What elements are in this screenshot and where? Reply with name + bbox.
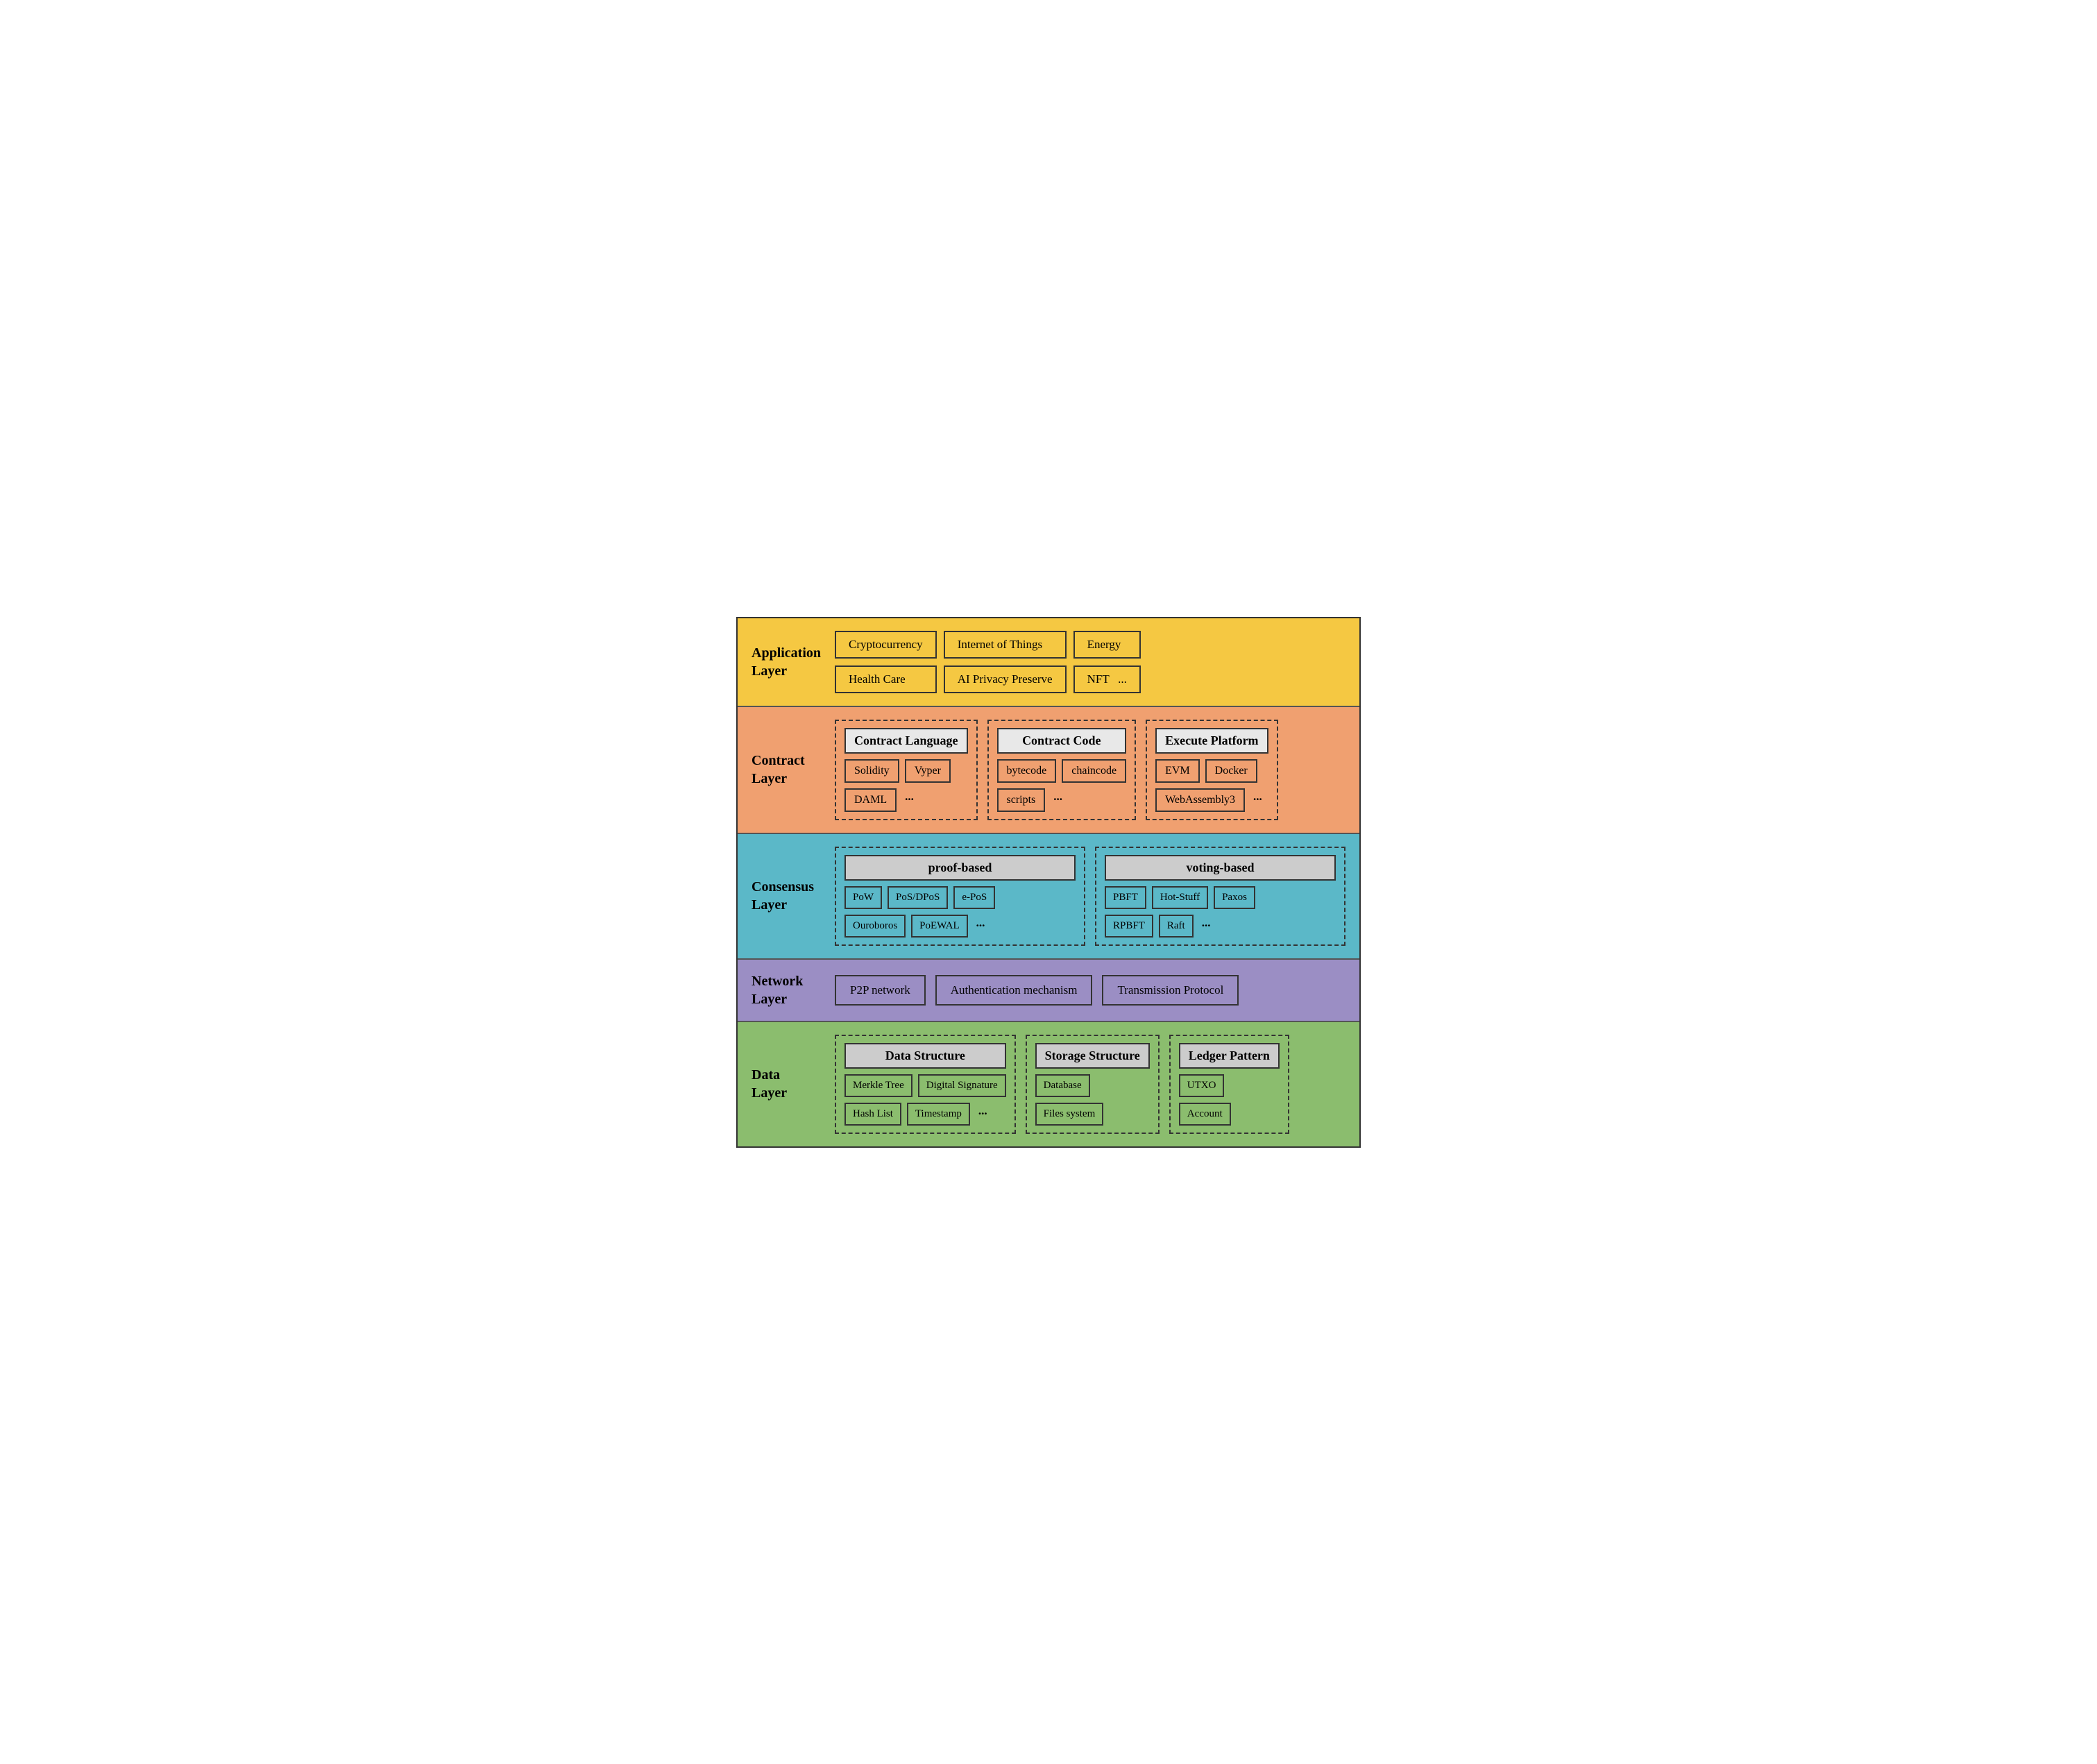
consensus-layer: ConsensusLayer proof-based PoW PoS/DPoS … [738, 834, 1359, 960]
app-item-healthcare: Health Care [835, 665, 937, 693]
contract-code-row2: scripts ... [997, 788, 1127, 812]
storage-row1: Database [1035, 1074, 1150, 1097]
ledger-pattern-group: Ledger Pattern UTXO Account [1169, 1035, 1289, 1134]
network-layer-content: P2P network Authentication mechanism Tra… [835, 975, 1345, 1006]
contract-language-group: Contract Language Solidity Vyper DAML ..… [835, 720, 978, 820]
item-raft: Raft [1159, 915, 1194, 938]
app-item-energy: Energy [1073, 631, 1141, 659]
application-layer: ApplicationLayer Cryptocurrency Internet… [738, 618, 1359, 707]
data-layer-label: DataLayer [752, 1066, 835, 1102]
item-epos: e-PoS [953, 886, 995, 909]
item-paxos: Paxos [1214, 886, 1255, 909]
item-utxo: UTXO [1179, 1074, 1225, 1097]
ledger-row1: UTXO [1179, 1074, 1280, 1097]
contract-code-row1: bytecode chaincode [997, 759, 1127, 783]
item-transmission: Transmission Protocol [1102, 975, 1239, 1006]
item-ellipsis-lang: ... [902, 788, 917, 812]
item-p2p: P2P network [835, 975, 926, 1006]
contract-layer-content: Contract Language Solidity Vyper DAML ..… [835, 720, 1345, 820]
ledger-pattern-title: Ledger Pattern [1179, 1043, 1280, 1069]
item-ellipsis-code: ... [1051, 788, 1065, 812]
application-layer-content: Cryptocurrency Internet of Things Energy… [835, 631, 1345, 693]
item-digital-signature: Digital Signature [918, 1074, 1006, 1097]
voting-row2: RPBFT Raft ... [1105, 915, 1336, 938]
execute-platform-row1: EVM Docker [1155, 759, 1268, 783]
consensus-layer-label: ConsensusLayer [752, 878, 835, 914]
data-structure-title: Data Structure [844, 1043, 1006, 1069]
proof-based-group: proof-based PoW PoS/DPoS e-PoS Ouroboros… [835, 847, 1085, 946]
item-scripts: scripts [997, 788, 1046, 812]
item-ellipsis-exec: ... [1250, 788, 1265, 812]
item-vyper: Vyper [905, 759, 951, 783]
item-docker: Docker [1205, 759, 1257, 783]
item-merkle-tree: Merkle Tree [844, 1074, 912, 1097]
item-ellipsis-data: ... [976, 1103, 990, 1126]
contract-code-group: Contract Code bytecode chaincode scripts… [987, 720, 1137, 820]
data-structure-row1: Merkle Tree Digital Signature [844, 1074, 1006, 1097]
proof-based-title: proof-based [844, 855, 1076, 881]
item-rpbft: RPBFT [1105, 915, 1153, 938]
item-chaincode: chaincode [1062, 759, 1126, 783]
item-pow: PoW [844, 886, 882, 909]
data-layer-content: Data Structure Merkle Tree Digital Signa… [835, 1035, 1345, 1134]
app-item-iot: Internet of Things [944, 631, 1067, 659]
item-files-system: Files system [1035, 1103, 1104, 1126]
consensus-layer-content: proof-based PoW PoS/DPoS e-PoS Ouroboros… [835, 847, 1345, 946]
application-items-grid: Cryptocurrency Internet of Things Energy… [835, 631, 1141, 693]
data-structure-row2: Hash List Timestamp ... [844, 1103, 1006, 1126]
contract-layer: ContractLayer Contract Language Solidity… [738, 707, 1359, 834]
item-ellipsis-voting: ... [1199, 915, 1214, 938]
contract-code-title: Contract Code [997, 728, 1127, 754]
storage-row2: Files system [1035, 1103, 1150, 1126]
contract-language-row2: DAML ... [844, 788, 968, 812]
item-timestamp: Timestamp [907, 1103, 970, 1126]
contract-layer-label: ContractLayer [752, 752, 835, 788]
proof-row2: Ouroboros PoEWAL ... [844, 915, 1076, 938]
item-hotstuff: Hot-Stuff [1152, 886, 1208, 909]
execute-platform-group: Execute Platform EVM Docker WebAssembly3… [1146, 720, 1277, 820]
item-ouroboros: Ouroboros [844, 915, 906, 938]
network-layer: NetworkLayer P2P network Authentication … [738, 960, 1359, 1022]
app-item-ai-privacy: AI Privacy Preserve [944, 665, 1067, 693]
app-item-nft: NFT ... [1073, 665, 1141, 693]
item-ellipsis-proof: ... [974, 915, 988, 938]
item-evm: EVM [1155, 759, 1200, 783]
data-structure-group: Data Structure Merkle Tree Digital Signa… [835, 1035, 1016, 1134]
item-solidity: Solidity [844, 759, 899, 783]
voting-based-group: voting-based PBFT Hot-Stuff Paxos RPBFT … [1095, 847, 1345, 946]
item-webassembly: WebAssembly3 [1155, 788, 1245, 812]
item-account: Account [1179, 1103, 1231, 1126]
item-auth: Authentication mechanism [935, 975, 1093, 1006]
proof-row1: PoW PoS/DPoS e-PoS [844, 886, 1076, 909]
application-layer-label: ApplicationLayer [752, 644, 835, 680]
data-layer: DataLayer Data Structure Merkle Tree Dig… [738, 1022, 1359, 1146]
item-pbft: PBFT [1105, 886, 1146, 909]
app-item-cryptocurrency: Cryptocurrency [835, 631, 937, 659]
item-database: Database [1035, 1074, 1090, 1097]
execute-platform-row2: WebAssembly3 ... [1155, 788, 1268, 812]
voting-row1: PBFT Hot-Stuff Paxos [1105, 886, 1336, 909]
storage-structure-title: Storage Structure [1035, 1043, 1150, 1069]
blockchain-architecture-diagram: ApplicationLayer Cryptocurrency Internet… [736, 617, 1361, 1148]
voting-based-title: voting-based [1105, 855, 1336, 881]
storage-structure-group: Storage Structure Database Files system [1026, 1035, 1160, 1134]
item-bytecode: bytecode [997, 759, 1057, 783]
item-pos-dpos: PoS/DPoS [888, 886, 948, 909]
contract-language-title: Contract Language [844, 728, 968, 754]
execute-platform-title: Execute Platform [1155, 728, 1268, 754]
item-daml: DAML [844, 788, 897, 812]
item-hash-list: Hash List [844, 1103, 901, 1126]
item-poewal: PoEWAL [911, 915, 968, 938]
network-layer-label: NetworkLayer [752, 972, 835, 1008]
ledger-row2: Account [1179, 1103, 1280, 1126]
contract-language-row1: Solidity Vyper [844, 759, 968, 783]
